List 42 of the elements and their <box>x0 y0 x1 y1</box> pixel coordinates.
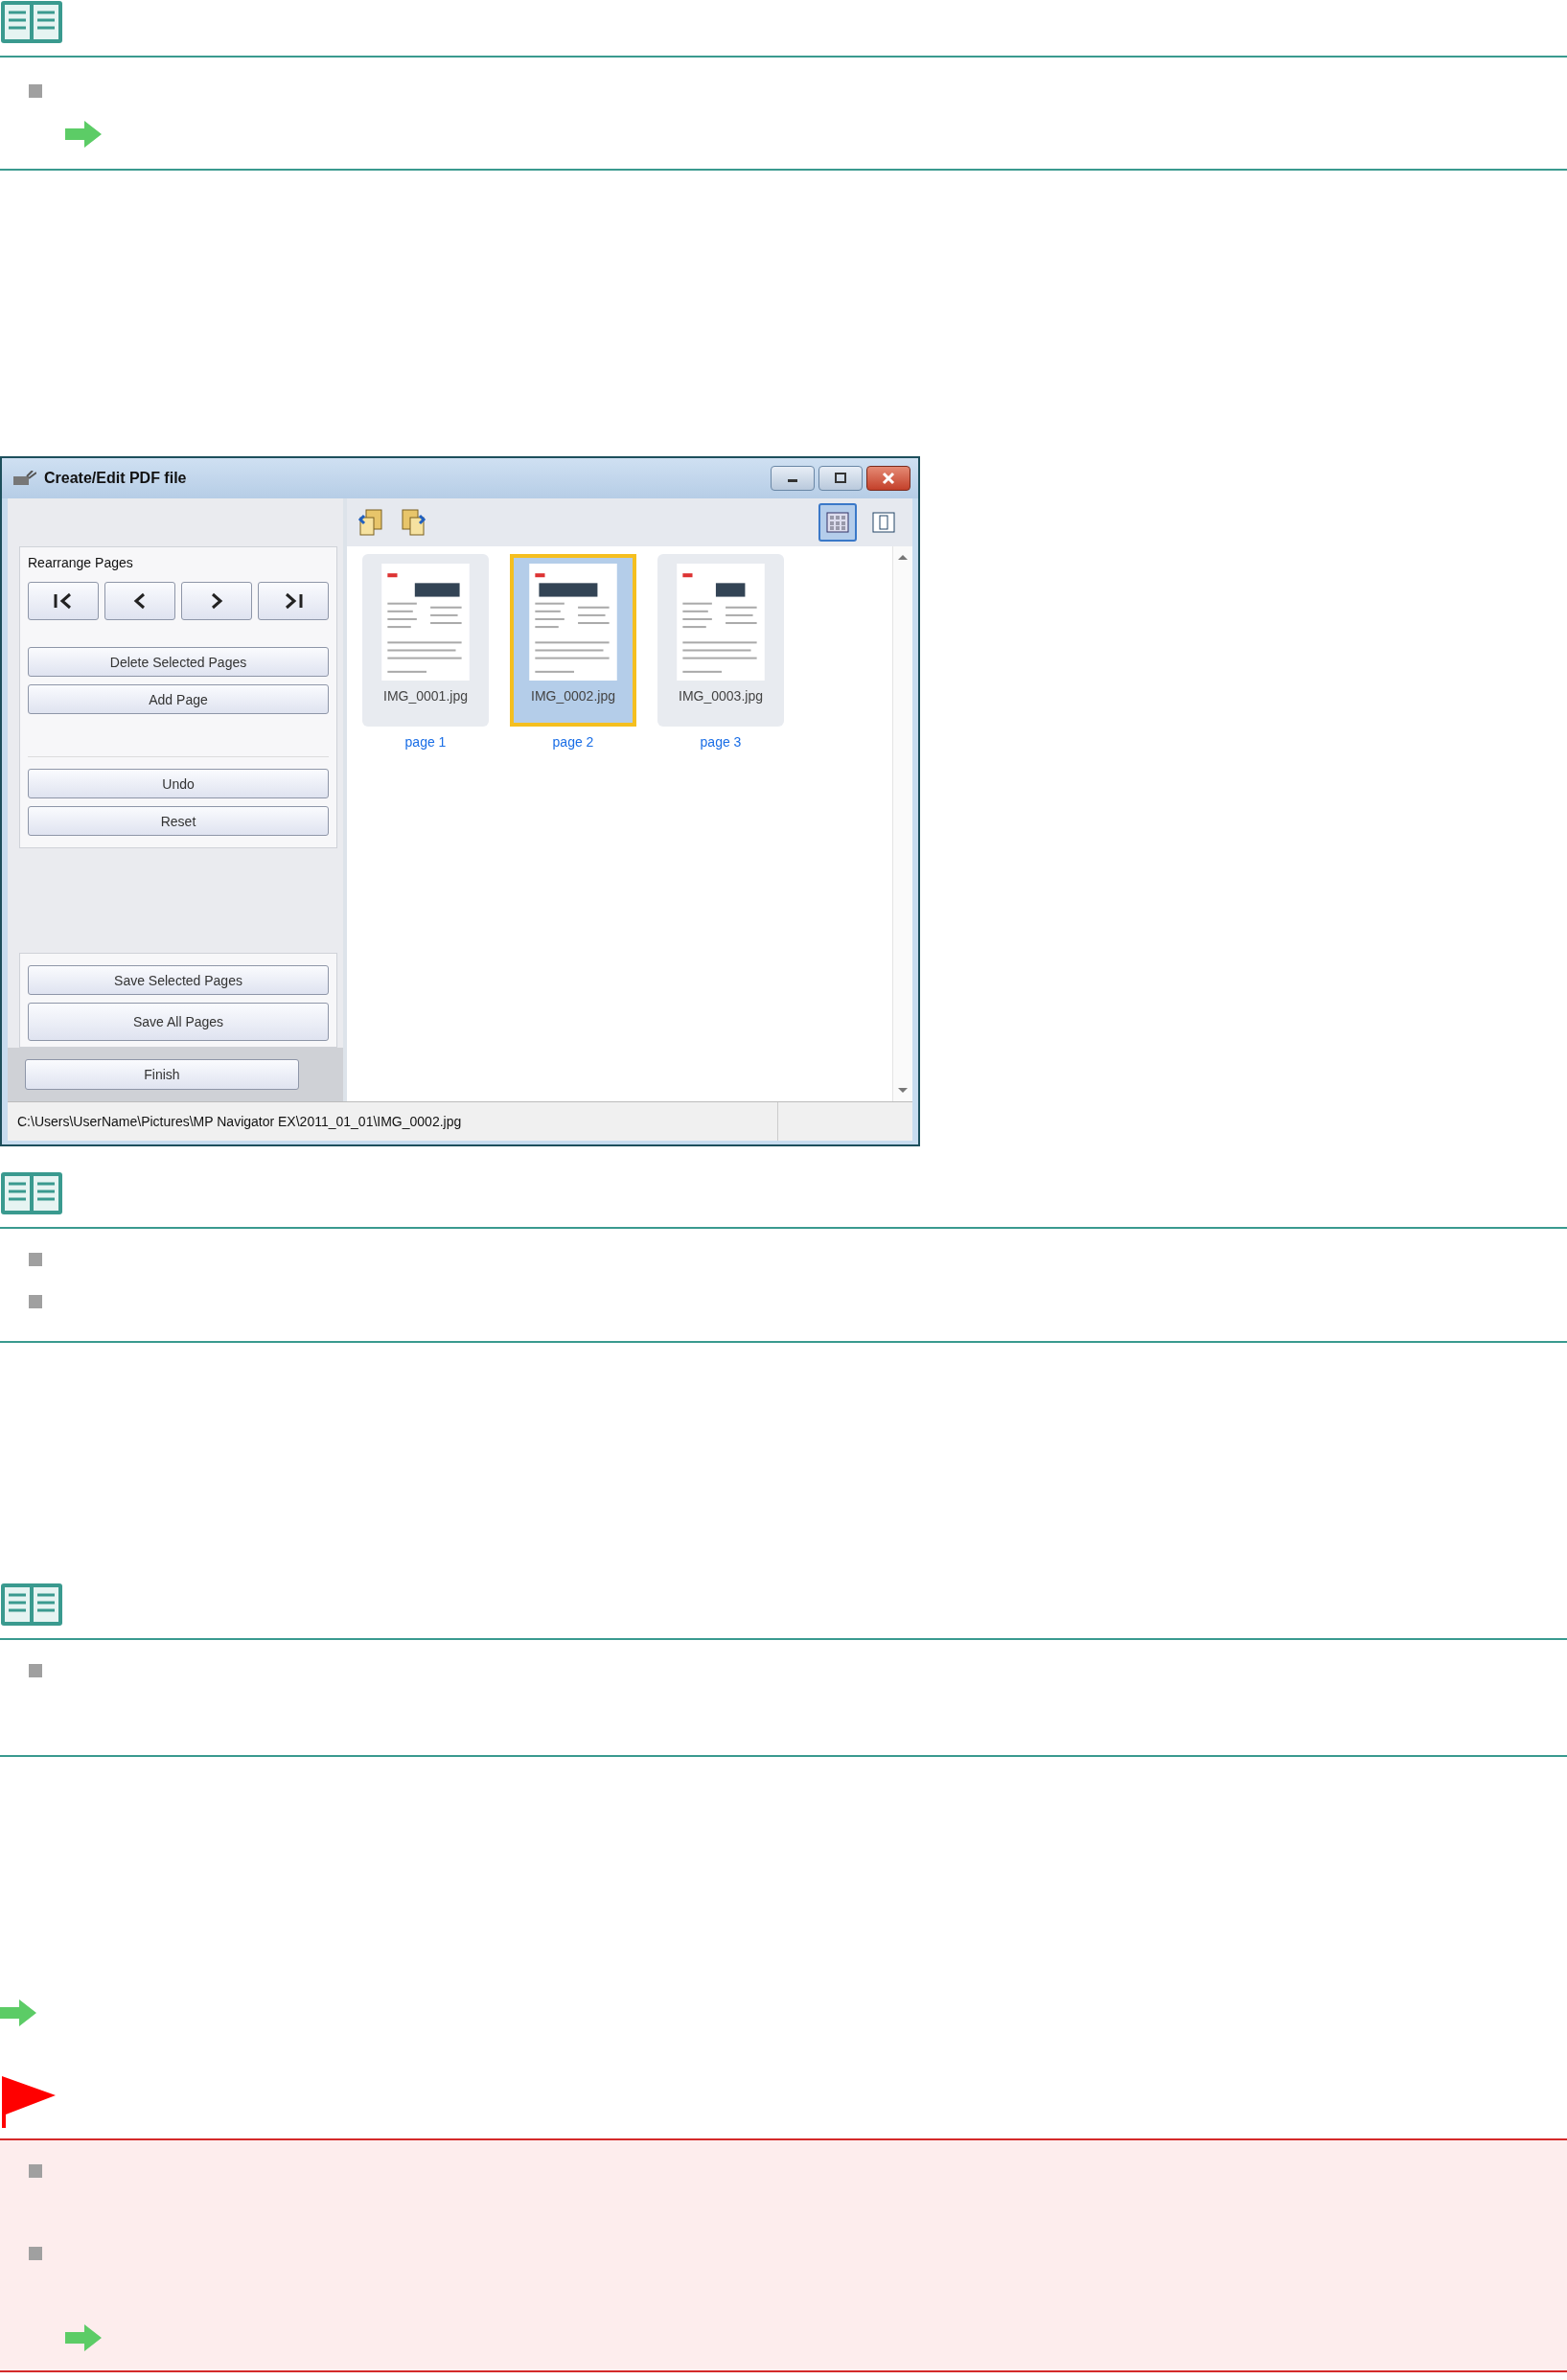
thumbnail-view-button[interactable] <box>818 503 857 542</box>
bullet-icon <box>29 2247 42 2260</box>
save-button[interactable]: Save All Pages <box>28 1003 329 1041</box>
book-icon <box>0 1171 63 1217</box>
flag-icon <box>0 2074 56 2128</box>
page-link[interactable]: page 2 <box>552 734 594 750</box>
page-link[interactable]: page 1 <box>404 734 447 750</box>
scanner-icon <box>13 471 36 486</box>
save-button[interactable]: Save Selected Pages <box>28 965 329 995</box>
bullet-icon <box>29 84 42 98</box>
scrollbar[interactable] <box>892 546 912 1101</box>
panel-button[interactable]: Delete Selected Pages <box>28 647 329 677</box>
bullet-icon <box>29 1253 42 1266</box>
bullet-icon <box>29 2164 42 2178</box>
window-title: Create/Edit PDF file <box>44 470 187 487</box>
panel-button[interactable]: Undo <box>28 769 329 798</box>
minimize-button[interactable] <box>771 466 815 491</box>
bullet-icon <box>29 1295 42 1308</box>
scroll-up-icon[interactable] <box>898 554 908 560</box>
page-icon <box>872 512 895 533</box>
finish-button[interactable]: Finish <box>25 1059 299 1090</box>
move-first-button[interactable] <box>28 582 99 620</box>
status-path: C:\Users\UserName\Pictures\MP Navigator EX\2011_01_01\IMG_0002.jpg <box>16 1114 463 1129</box>
panel-button[interactable]: Reset <box>28 806 329 836</box>
bullet-icon <box>29 1664 42 1677</box>
book-icon <box>0 0 63 46</box>
page-thumbnail[interactable]: IMG_0001.jpg <box>362 554 489 727</box>
move-next-button[interactable] <box>181 582 252 620</box>
page-thumbnail[interactable]: IMG_0003.jpg <box>657 554 784 727</box>
page-thumbnail[interactable]: IMG_0002.jpg <box>510 554 636 727</box>
maximize-button[interactable] <box>818 466 863 491</box>
group-label: Rearrange Pages <box>28 555 134 572</box>
close-button[interactable] <box>866 466 910 491</box>
page-link[interactable]: page 3 <box>700 734 742 750</box>
rotate-left-icon[interactable] <box>357 508 385 537</box>
rotate-right-icon[interactable] <box>399 508 427 537</box>
move-last-button[interactable] <box>258 582 329 620</box>
scroll-down-icon[interactable] <box>898 1088 908 1094</box>
book-icon <box>0 1583 63 1629</box>
panel-button[interactable]: Add Page <box>28 684 329 714</box>
move-prev-button[interactable] <box>104 582 175 620</box>
grid-icon <box>826 512 849 533</box>
